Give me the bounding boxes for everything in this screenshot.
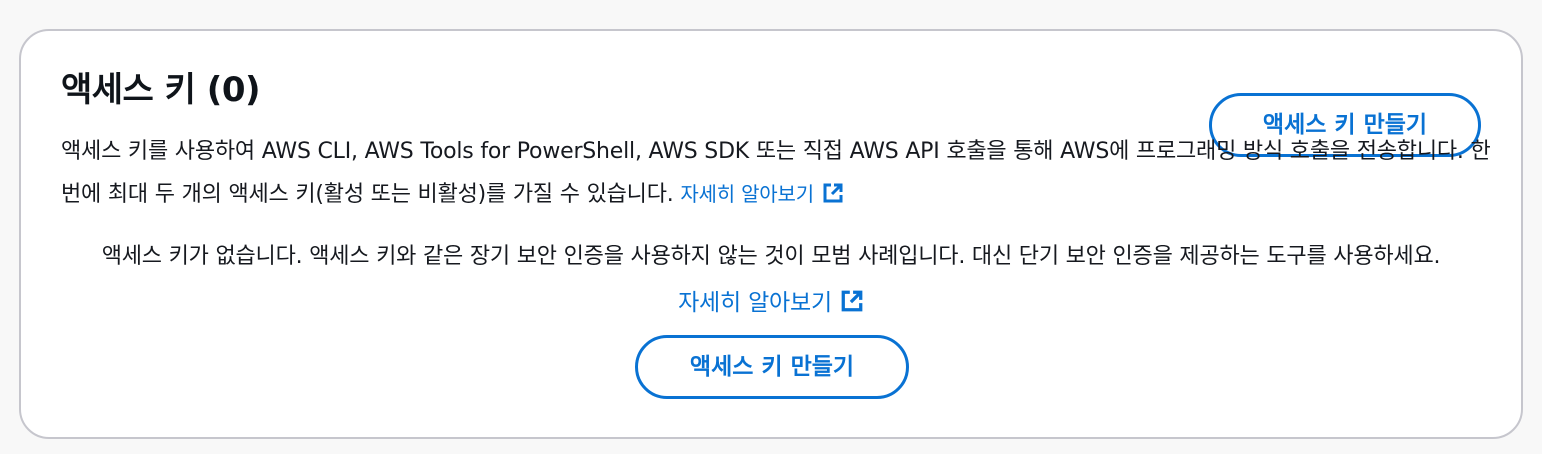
learn-more-link[interactable]: 자세히 알아보기 — [680, 182, 844, 206]
panel-header: 액세스 키 (0) 액세스 키 만들기 — [61, 68, 1481, 157]
panel-title: 액세스 키 (0) — [61, 70, 261, 110]
external-link-icon — [840, 283, 864, 329]
panel-description: 액세스 키를 사용하여 AWS CLI, AWS Tools for Power… — [61, 131, 1491, 218]
empty-state-learn-more-link[interactable]: 자세히 알아보기 — [678, 290, 864, 316]
empty-state-message: 액세스 키가 없습니다. 액세스 키와 같은 장기 보안 인증을 사용하지 않는… — [61, 234, 1481, 329]
external-link-icon — [822, 176, 844, 218]
empty-state-create-access-key-button[interactable]: 액세스 키 만들기 — [635, 335, 909, 399]
learn-more-link-label: 자세히 알아보기 — [680, 182, 814, 206]
empty-state-text: 액세스 키가 없습니다. 액세스 키와 같은 장기 보안 인증을 사용하지 않는… — [101, 244, 1441, 269]
access-keys-panel: 액세스 키 (0) 액세스 키 만들기 액세스 키를 사용하여 AWS CLI,… — [19, 29, 1523, 439]
empty-state-learn-more-label: 자세히 알아보기 — [678, 290, 832, 316]
